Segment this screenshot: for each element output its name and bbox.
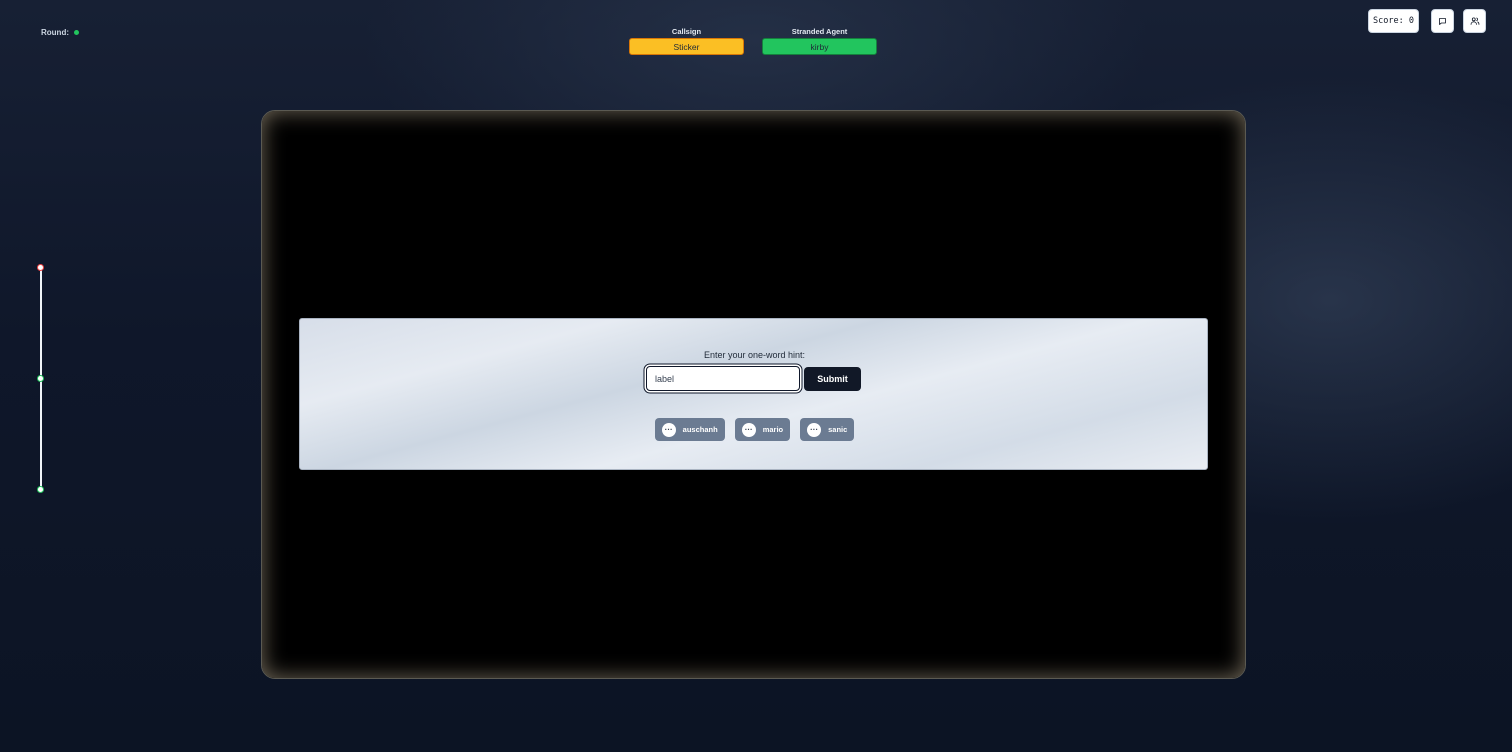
stranded-agent-label: Stranded Agent [791, 27, 848, 36]
progress-marker-top[interactable] [37, 264, 44, 271]
users-button[interactable] [1463, 9, 1486, 33]
round-label: Round: [41, 28, 69, 37]
player-name: auschanh [682, 425, 718, 434]
callsign-value: Sticker [629, 38, 744, 55]
submit-button[interactable]: Submit [804, 367, 861, 391]
chat-bubble-icon [1439, 17, 1446, 25]
typing-indicator-icon: ··· [741, 422, 756, 437]
hint-panel: Enter your one-word hint: Submit ··· aus… [299, 318, 1208, 470]
stranded-agent-value: kirby [762, 38, 877, 55]
users-icon [1470, 17, 1479, 25]
round-indicator: Round: [41, 28, 79, 37]
callsign-label: Callsign [671, 27, 702, 36]
score-display: Score: 0 [1368, 9, 1419, 33]
player-chip: ··· mario [734, 418, 791, 441]
hint-input[interactable] [646, 366, 800, 391]
player-name: mario [762, 425, 784, 434]
stranded-agent-badge: Stranded Agent kirby [762, 27, 877, 55]
chat-button[interactable] [1431, 9, 1454, 33]
callsign-badge: Callsign Sticker [629, 27, 744, 55]
player-list: ··· auschanh ··· mario ··· sanic [300, 418, 1209, 441]
player-chip: ··· auschanh [654, 418, 725, 441]
hint-prompt: Enter your one-word hint: [703, 350, 806, 360]
round-status-dot [74, 30, 79, 35]
player-name: sanic [828, 425, 848, 434]
progress-marker-bottom[interactable] [37, 486, 44, 493]
typing-indicator-icon: ··· [661, 422, 676, 437]
typing-indicator-icon: ··· [807, 422, 822, 437]
player-chip: ··· sanic [800, 418, 855, 441]
progress-marker-middle[interactable] [37, 375, 44, 382]
